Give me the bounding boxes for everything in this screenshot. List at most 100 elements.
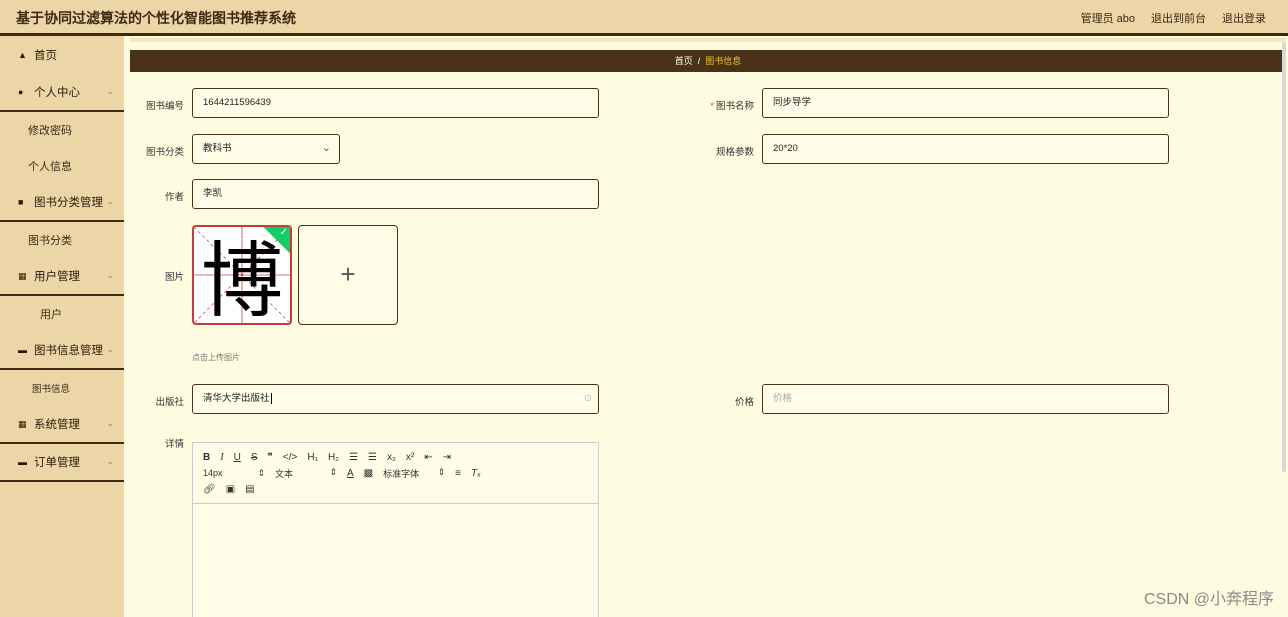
bullet-list-button[interactable]: ☰ [368,452,377,463]
chevron-down-icon: ⌄ [106,86,114,96]
chevron-down-icon: ⌄ [106,270,114,280]
image-glyph: 博 [201,234,283,323]
editor-toolbar-row-2: 14px ⇕ 文本 ⇕ A ▩ 标准字体 ⇕ ≡ Tₓ [203,465,588,481]
bold-button[interactable]: B [203,452,210,463]
author-input[interactable]: 李凯 [192,179,599,209]
chevron-down-icon: ⌄ [106,418,114,428]
code-button[interactable]: </> [283,452,297,463]
book-icon: ▬ [18,457,27,467]
sidebar-subitem-change-password[interactable]: 修改密码 [0,112,124,148]
h1-button[interactable]: H₁ [307,452,318,463]
select-arrows-icon: ⇕ [437,466,446,477]
chevron-down-icon: ⌄ [106,344,114,354]
subscript-button[interactable]: x₂ [387,452,396,463]
scrollbar[interactable] [1282,42,1286,472]
sidebar-subitem-user[interactable]: 用户 [0,296,124,332]
chevron-down-icon: ⌄ [106,196,114,206]
category-label: 图书分类 [145,147,184,158]
category-select[interactable]: 教科书 ⌄ [192,134,340,164]
sidebar-subitem-personal-info[interactable]: 个人信息 [0,148,124,184]
sidebar-item-label: 图书信息管理 [34,345,103,357]
blockquote-button[interactable]: ❞ [267,452,272,463]
uploaded-image-thumbnail[interactable]: 博 ✓ [192,225,292,325]
indent-button[interactable]: ⇥ [443,452,451,463]
chat-icon: ■ [18,197,24,207]
sidebar-subitem-book-category[interactable]: 图书分类 [0,222,124,258]
breadcrumb-separator: / [697,56,701,66]
home-icon: ▲ [18,50,27,60]
text-style-value: 文本 [275,468,294,479]
font-size-value: 14px [203,467,223,478]
text-style-select[interactable]: 文本 ⇕ [275,467,337,480]
clear-format-icon[interactable]: Tₓ [471,468,481,479]
h2-button[interactable]: H₂ [328,452,339,463]
sidebar-subitem-book-info[interactable]: 图书信息 [0,370,124,406]
background-color-icon[interactable]: ▩ [364,468,373,479]
spec-input[interactable]: 20*20 [762,134,1169,164]
logout-link[interactable]: 退出登录 [1222,10,1266,26]
image-icon[interactable]: ▣ [226,484,235,495]
publisher-label: 出版社 [155,397,184,408]
book-name-label: * 图书名称 [690,98,754,112]
select-arrows-icon: ⇕ [257,467,265,478]
sidebar-item-label: 用户管理 [34,271,80,283]
select-arrows-icon: ⇕ [329,466,337,477]
grid-icon: ▦ [18,418,27,429]
book-name-input[interactable]: 同步导学 [762,88,1169,118]
category-select-value: 教科书 [203,143,232,154]
font-size-select[interactable]: 14px ⇕ [203,468,265,479]
tab-strip [130,38,1286,42]
admin-user-link[interactable]: 管理员 abo [1081,10,1135,26]
sidebar-item-order-management[interactable]: ▬ 订单管理 ⌄ [0,444,124,482]
outdent-button[interactable]: ⇤ [424,452,432,463]
sidebar-item-system-management[interactable]: ▦ 系统管理 ⌄ [0,406,124,444]
breadcrumb-current: 图书信息 [705,56,742,66]
video-icon[interactable]: ▤ [245,484,254,495]
sidebar-item-label: 个人中心 [34,87,80,99]
ordered-list-button[interactable]: ☰ [349,452,358,463]
editor-toolbar-row-3: 🔗︎ ▣ ▤ [203,481,588,497]
image-upload-button[interactable]: + [298,225,398,325]
text-color-icon[interactable]: A [347,468,354,479]
italic-button[interactable]: I [220,452,223,463]
author-label: 作者 [164,192,184,203]
price-label: 价格 [734,397,754,408]
rich-text-editor[interactable]: B I U S ❞ </> H₁ H₂ ☰ ☰ x₂ x² ⇤ ⇥ 14px ⇕ … [192,442,599,617]
publisher-input[interactable]: 清华大学出版社 ⊙ [192,384,599,414]
book-name-label-text: 图书名称 [715,101,754,112]
upload-hint: 点击上传图片 [192,353,240,362]
link-icon[interactable]: 🔗︎ [203,484,216,495]
align-icon[interactable]: ≡ [455,468,461,479]
top-links: 管理员 abo 退出到前台 退出登录 [1081,10,1266,26]
clear-icon[interactable]: ⊙ [584,385,592,412]
sidebar-item-personal-center[interactable]: ● 个人中心 ⌄ [0,74,124,112]
sidebar-item-user-management[interactable]: ▦ 用户管理 ⌄ [0,258,124,296]
calligraphy-image: 博 [194,227,290,323]
publisher-input-value: 清华大学出版社 [203,393,270,404]
strike-button[interactable]: S [251,452,258,463]
image-label: 图片 [164,272,184,283]
back-to-front-link[interactable]: 退出到前台 [1151,10,1206,26]
price-input[interactable]: 价格 [762,384,1169,414]
sidebar-item-label: 订单管理 [34,457,80,469]
user-icon: ● [18,87,24,97]
superscript-button[interactable]: x² [406,452,414,463]
font-family-value: 标准字体 [383,468,420,479]
top-bar: 基于协同过滤算法的个性化智能图书推荐系统 管理员 abo 退出到前台 退出登录 [0,0,1288,36]
book-no-label: 图书编号 [145,101,184,112]
sidebar-item-label: 系统管理 [34,419,80,431]
editor-toolbar-row-1: B I U S ❞ </> H₁ H₂ ☰ ☰ x₂ x² ⇤ ⇥ [203,449,588,465]
sidebar-item-book-info-management[interactable]: ▬ 图书信息管理 ⌄ [0,332,124,370]
underline-button[interactable]: U [234,452,241,463]
chevron-down-icon: ⌄ [106,456,114,466]
editor-toolbar: B I U S ❞ </> H₁ H₂ ☰ ☰ x₂ x² ⇤ ⇥ 14px ⇕ … [193,443,598,504]
sidebar-item-label: 首页 [34,50,57,62]
detail-label: 详情 [164,439,184,450]
book-no-input[interactable]: 1644211596439 [192,88,599,118]
sidebar-item-category-management[interactable]: ■ 图书分类管理 ⌄ [0,184,124,222]
watermark: CSDN @小奔程序 [1143,591,1274,608]
spec-label: 规格参数 [715,147,754,158]
breadcrumb-home[interactable]: 首页 [675,56,693,66]
font-family-select[interactable]: 标准字体 ⇕ [383,467,445,480]
sidebar-item-home[interactable]: ▲ 首页 [0,36,124,74]
